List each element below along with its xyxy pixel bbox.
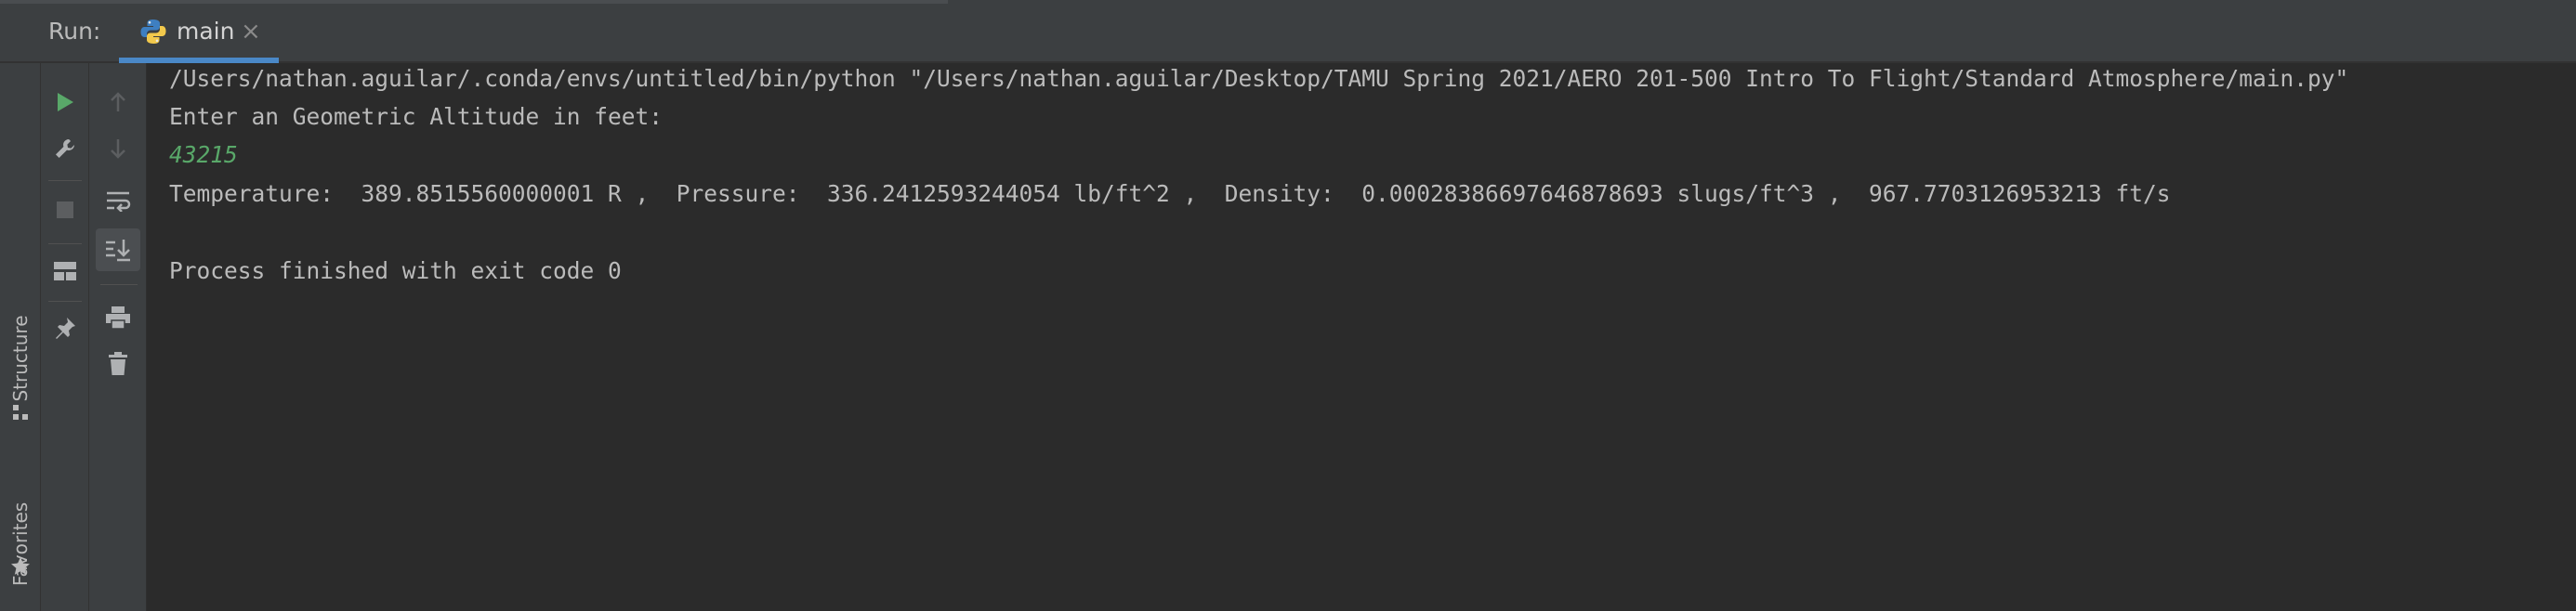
up-trace-button[interactable] <box>99 84 137 121</box>
structure-icon <box>13 405 28 420</box>
scroll-to-end-icon <box>106 240 130 262</box>
printer-icon <box>106 306 130 330</box>
console-line-results: Temperature: 389.8515560000001 R , Press… <box>169 180 2171 207</box>
play-icon <box>58 93 73 111</box>
run-toolbar-right <box>89 63 147 611</box>
run-panel-header: Run: main × <box>0 0 2576 63</box>
soft-wrap-icon <box>107 191 131 212</box>
structure-label: Structure <box>9 315 32 402</box>
toolbar-separator <box>48 301 82 302</box>
clear-all-button[interactable] <box>99 345 137 383</box>
tab-main[interactable]: main × <box>119 0 279 63</box>
arrow-down-icon <box>111 139 125 159</box>
pin-tab-button[interactable] <box>46 310 84 347</box>
toolbar-separator <box>48 243 82 244</box>
print-button[interactable] <box>99 299 137 336</box>
soft-wrap-button[interactable] <box>99 182 137 219</box>
layout-icon <box>54 262 76 280</box>
star-icon <box>11 557 30 575</box>
console-line-prompt: Enter an Geometric Altitude in feet: <box>169 103 664 130</box>
stop-icon <box>57 202 73 218</box>
rerun-button[interactable] <box>46 84 84 121</box>
wrench-icon <box>56 139 74 158</box>
pin-icon <box>56 318 75 339</box>
down-trace-button[interactable] <box>99 130 137 167</box>
stop-button[interactable] <box>46 191 84 228</box>
toolbar-separator <box>100 284 138 285</box>
edit-config-button[interactable] <box>46 130 84 167</box>
toolbar-separator <box>48 180 82 181</box>
tab-main-label: main <box>177 18 235 45</box>
python-icon <box>140 20 166 44</box>
console-line-command: /Users/nathan.aguilar/.conda/envs/untitl… <box>169 65 2349 92</box>
favorites-tool-window-button[interactable]: Favorites <box>0 479 41 609</box>
tool-window-strip: Structure Favorites <box>0 63 41 611</box>
restore-layout-button[interactable] <box>46 253 84 290</box>
arrow-up-icon <box>111 92 125 111</box>
console-output[interactable]: /Users/nathan.aguilar/.conda/envs/untitl… <box>147 63 2576 611</box>
run-toolbar-left <box>41 63 89 611</box>
trash-icon <box>109 352 127 375</box>
console-line-exit-status: Process finished with exit code 0 <box>169 257 622 284</box>
run-label: Run: <box>48 18 101 45</box>
scroll-to-end-button[interactable] <box>96 228 140 271</box>
console-line-user-input: 43215 <box>169 141 238 168</box>
close-icon[interactable]: × <box>241 0 261 58</box>
